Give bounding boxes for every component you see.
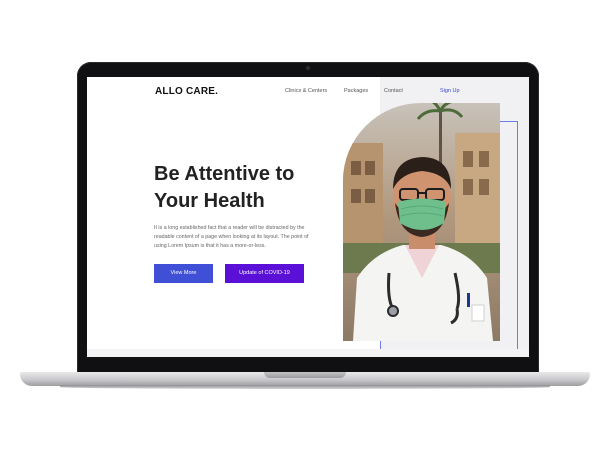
hero-title-line1: Be Attentive to: [154, 163, 295, 185]
hero-title: Be Attentive to Your Health: [154, 161, 354, 215]
view-more-button[interactable]: View More: [154, 264, 213, 283]
nav-contact[interactable]: Contact: [384, 88, 403, 94]
nav-clinics-centers[interactable]: Clinics & Centers: [285, 88, 327, 94]
laptop-screen: ALLO CARE. Clinics & Centers Packages Co…: [87, 77, 529, 357]
hero-description: It is a long established fact that a rea…: [154, 225, 309, 249]
site-logo[interactable]: ALLO CARE.: [155, 86, 218, 97]
hero-title-line2: Your Health: [154, 190, 265, 212]
laptop-shadow: [60, 385, 550, 389]
camera-icon: [306, 66, 310, 70]
signup-link[interactable]: Sign Up: [440, 88, 460, 94]
doctor-illustration: [343, 103, 500, 341]
nav-packages[interactable]: Packages: [344, 88, 368, 94]
doctor-photo: [343, 103, 500, 341]
laptop-hinge-notch: [264, 372, 346, 378]
page-bottom-strip: [87, 349, 529, 357]
covid-update-button[interactable]: Update of COVID-19: [225, 264, 304, 283]
